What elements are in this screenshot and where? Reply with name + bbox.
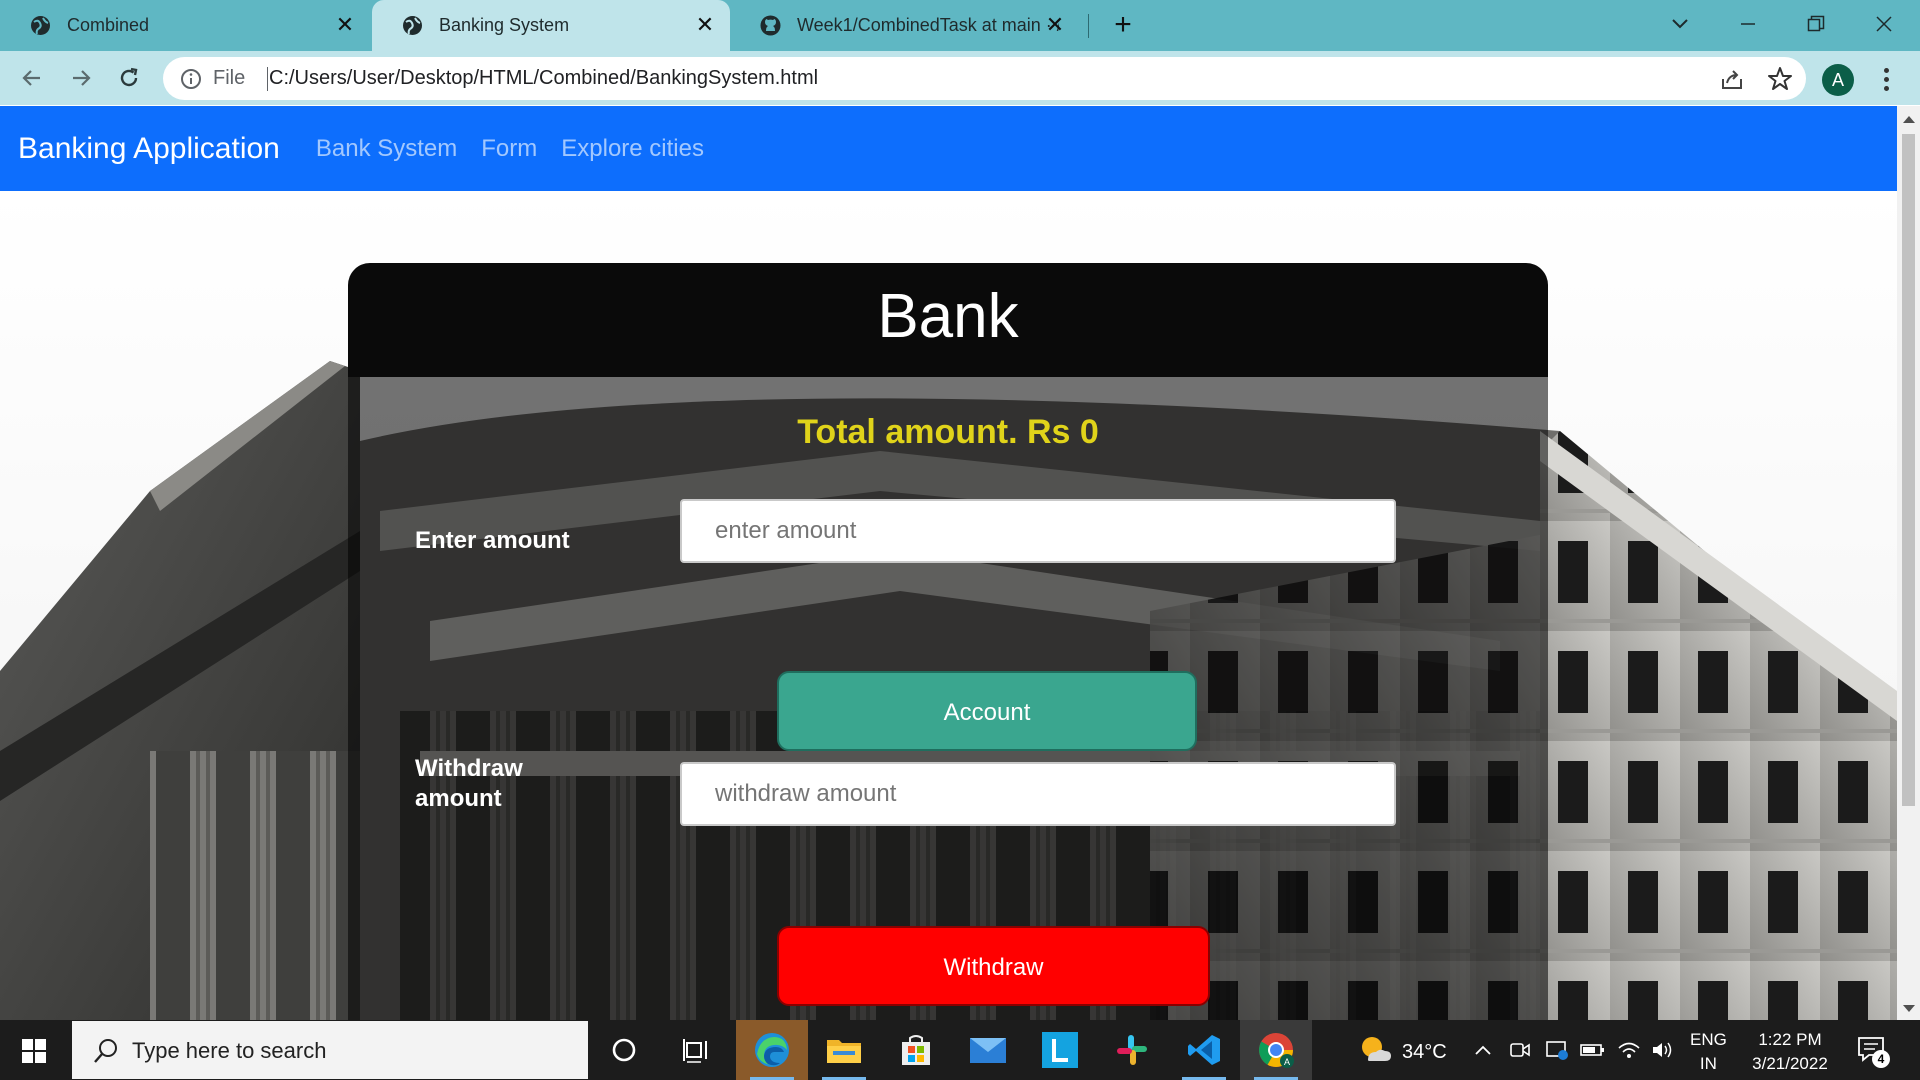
url-text[interactable]: C:/Users/User/Desktop/HTML/Combined/Bank…: [269, 67, 818, 90]
total-amount: Total amount. Rs 0: [797, 413, 1099, 451]
tab-banking-system[interactable]: Banking System ✕: [372, 0, 730, 51]
tab-title: Week1/CombinedTask at main · /: [797, 15, 1059, 35]
nav-link-explore-cities[interactable]: Explore cities: [561, 135, 704, 163]
wifi-icon[interactable]: [1614, 1020, 1644, 1080]
language-code: ENG: [1690, 1030, 1727, 1049]
weather-temperature: 34°C: [1402, 1040, 1447, 1063]
cortana-icon[interactable]: [588, 1020, 660, 1080]
tab-github[interactable]: Week1/CombinedTask at main · / ✕: [730, 0, 1080, 51]
notification-count: 4: [1872, 1050, 1890, 1068]
browser-menu-icon[interactable]: [1876, 64, 1896, 94]
site-navbar: Banking Application Bank System Form Exp…: [0, 106, 1897, 191]
scroll-down-icon[interactable]: [1903, 1005, 1915, 1012]
address-bar[interactable]: File C:/Users/User/Desktop/HTML/Combined…: [163, 57, 1806, 100]
edge-icon[interactable]: [736, 1020, 808, 1080]
l-app-icon[interactable]: [1024, 1020, 1096, 1080]
bookmark-star-icon[interactable]: [1766, 65, 1794, 93]
tab-title: Banking System: [439, 15, 570, 35]
forward-icon[interactable]: [66, 63, 96, 93]
scrollbar-thumb[interactable]: [1902, 134, 1915, 806]
task-view-icon[interactable]: [660, 1020, 732, 1080]
browser-toolbar: File C:/Users/User/Desktop/HTML/Combined…: [0, 51, 1920, 105]
weather-widget[interactable]: 34°C: [1358, 1034, 1447, 1070]
svg-text:A: A: [1284, 1057, 1290, 1067]
bank-title: Bank: [877, 282, 1019, 351]
search-placeholder: Type here to search: [132, 1038, 327, 1063]
url-scheme: File: [213, 67, 246, 89]
bank-card: Bank Total amount. Rs 0 Enter amount Acc…: [348, 263, 1548, 1020]
restore-icon[interactable]: [1800, 8, 1832, 40]
language-region: IN: [1699, 1054, 1717, 1073]
tab-search-icon[interactable]: [1664, 8, 1696, 40]
minimize-icon[interactable]: [1732, 8, 1764, 40]
navbar-brand[interactable]: Banking Application: [18, 132, 280, 166]
clock-time: 1:22 PM: [1758, 1030, 1822, 1049]
withdraw-amount-label: Withdraw amount: [415, 755, 523, 812]
volume-icon[interactable]: [1648, 1020, 1678, 1080]
notification-center-icon[interactable]: 4: [1856, 1034, 1890, 1068]
clock-date: 3/21/2022: [1752, 1054, 1828, 1073]
close-tab-icon[interactable]: ✕: [334, 14, 356, 36]
card-header: Bank: [348, 263, 1548, 377]
slack-icon[interactable]: [1096, 1020, 1168, 1080]
search-icon: [92, 1037, 120, 1065]
scroll-up-icon[interactable]: [1903, 116, 1915, 123]
windows-taskbar: Type here to search A 34°C ENG IN 1:22 P…: [0, 1020, 1920, 1080]
battery-icon[interactable]: [1578, 1020, 1608, 1080]
microsoft-store-icon[interactable]: [880, 1020, 952, 1080]
nav-link-form[interactable]: Form: [481, 135, 537, 163]
back-icon[interactable]: [17, 63, 47, 93]
language-indicator[interactable]: ENG IN: [1690, 1028, 1727, 1076]
withdraw-button[interactable]: Withdraw: [777, 926, 1210, 1006]
tab-combined[interactable]: Combined ✕: [0, 0, 370, 51]
show-hidden-icons-icon[interactable]: [1468, 1020, 1498, 1080]
nav-link-bank-system[interactable]: Bank System: [316, 135, 457, 163]
partly-sunny-icon: [1358, 1034, 1392, 1070]
close-tab-icon[interactable]: ✕: [1044, 14, 1066, 36]
globe-icon: [402, 15, 423, 36]
system-clock[interactable]: 1:22 PM 3/21/2022: [1742, 1028, 1838, 1076]
browser-tab-strip: Combined ✕ Banking System ✕ Week1/Combin…: [0, 0, 1920, 51]
tab-separator: [1088, 14, 1089, 38]
share-icon[interactable]: [1720, 67, 1746, 91]
reload-icon[interactable]: [114, 63, 144, 93]
page-scrollbar[interactable]: [1897, 106, 1920, 1020]
sync-status-icon[interactable]: [1542, 1020, 1572, 1080]
taskbar-search-box[interactable]: Type here to search: [72, 1021, 588, 1079]
close-window-icon[interactable]: [1868, 8, 1900, 40]
chrome-icon[interactable]: A: [1240, 1020, 1312, 1080]
globe-icon: [30, 15, 51, 36]
withdraw-amount-input[interactable]: [680, 762, 1396, 826]
mail-icon[interactable]: [952, 1020, 1024, 1080]
new-tab-button[interactable]: +: [1108, 10, 1138, 40]
tab-title: Combined: [67, 15, 150, 35]
page-viewport: Banking Application Bank System Form Exp…: [0, 106, 1897, 1020]
enter-amount-input[interactable]: [680, 499, 1396, 563]
github-icon: [760, 15, 781, 36]
site-info-icon[interactable]: [179, 67, 203, 91]
meet-now-icon[interactable]: [1505, 1020, 1535, 1080]
file-explorer-icon[interactable]: [808, 1020, 880, 1080]
vscode-icon[interactable]: [1168, 1020, 1240, 1080]
enter-amount-label: Enter amount: [415, 527, 570, 554]
profile-avatar[interactable]: A: [1822, 64, 1854, 96]
card-body: Total amount. Rs 0 Enter amount Account …: [348, 377, 1548, 1020]
account-button[interactable]: Account: [777, 671, 1197, 751]
close-tab-icon[interactable]: ✕: [694, 14, 716, 36]
windows-start-icon[interactable]: [22, 1039, 46, 1063]
url-divider: [267, 67, 268, 91]
